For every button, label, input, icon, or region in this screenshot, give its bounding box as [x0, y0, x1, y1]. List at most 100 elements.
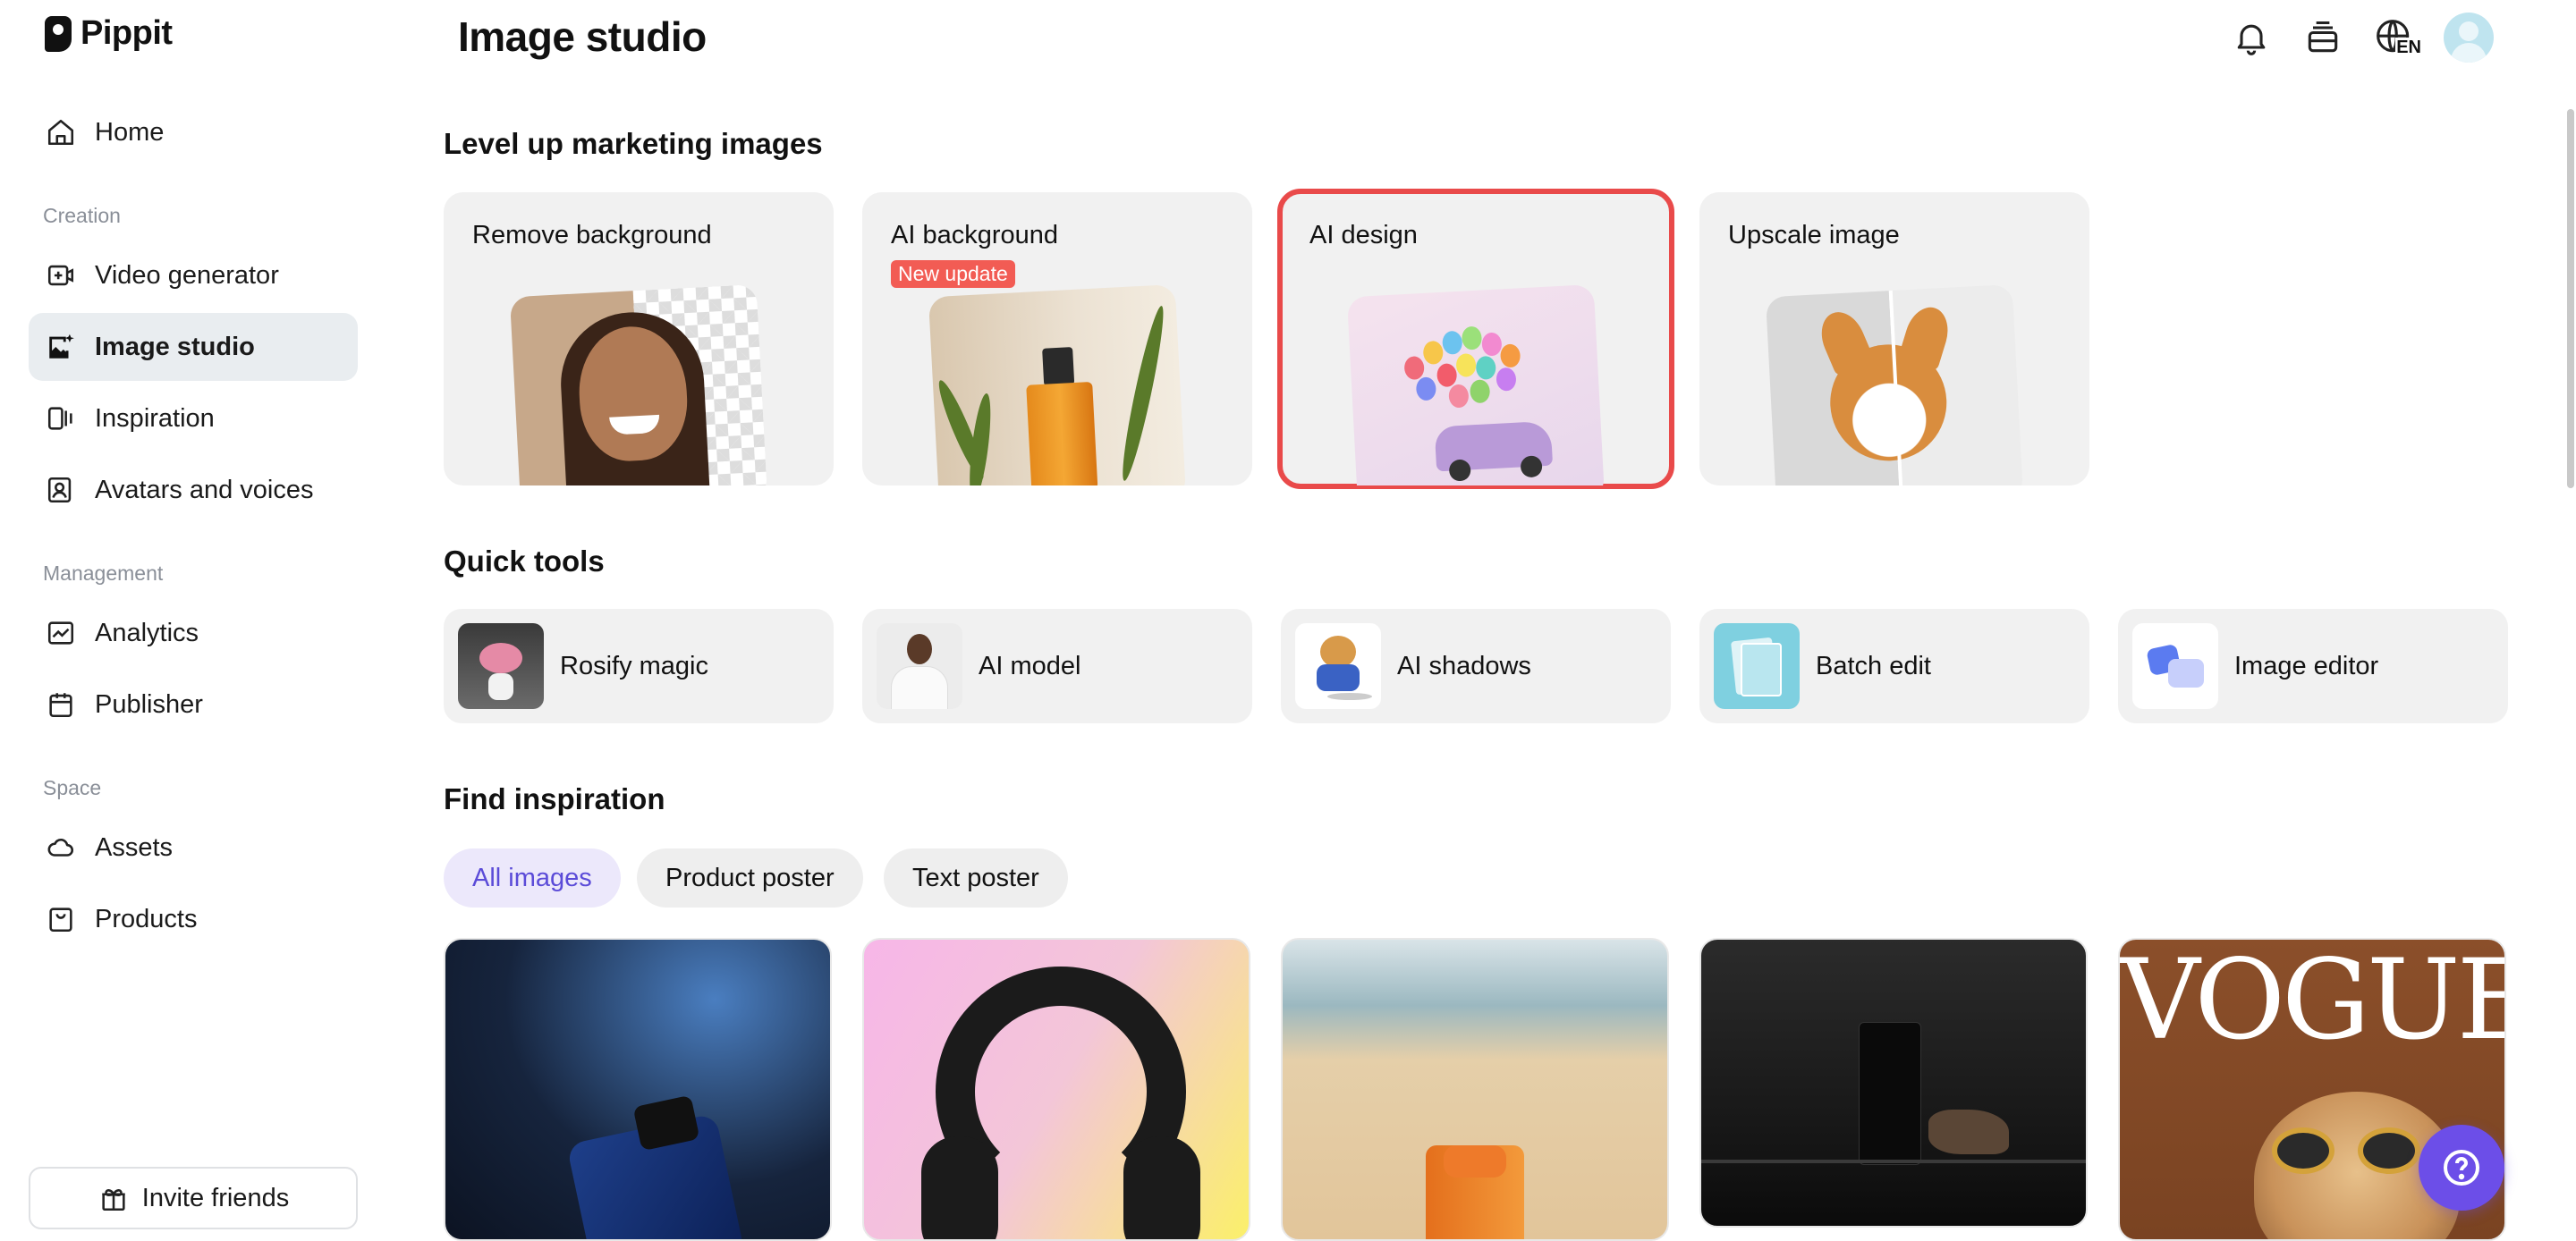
avatar[interactable]: [2444, 13, 2494, 63]
globe-icon[interactable]: EN: [2372, 15, 2422, 60]
tool-label: AI model: [979, 651, 1081, 680]
tool-rosify-magic[interactable]: Rosify magic: [444, 609, 834, 723]
section-label-space: Space: [43, 776, 102, 799]
sidebar-item-image-studio[interactable]: Image studio: [29, 313, 358, 381]
page-title: Image studio: [458, 13, 707, 60]
sidebar-item-avatars-voices[interactable]: Avatars and voices: [29, 456, 358, 524]
palm-leaf: [1116, 304, 1170, 483]
shopping-bag-icon: [45, 903, 77, 935]
perfume-cap: [1042, 347, 1075, 386]
inspiration-icon: [45, 402, 77, 435]
inspiration-card-dark-perfume[interactable]: [1699, 938, 2088, 1228]
language-code: EN: [2395, 38, 2422, 58]
filter-tab-all-images[interactable]: All images: [444, 848, 621, 908]
tool-batch-edit[interactable]: Batch edit: [1699, 609, 2089, 723]
sidebar-item-home[interactable]: Home: [29, 98, 358, 166]
section-title-quick-tools: Quick tools: [444, 545, 605, 578]
inspiration-card-perfume-blue[interactable]: [444, 938, 832, 1241]
batch-edit-thumbnail: [1714, 623, 1800, 709]
analytics-icon: [45, 617, 77, 649]
invite-friends-button[interactable]: Invite friends: [29, 1167, 358, 1229]
rosify-thumbnail: [458, 623, 544, 709]
bell-icon[interactable]: [2229, 15, 2274, 60]
calendar-icon: [45, 688, 77, 721]
balloon: [1455, 352, 1477, 378]
cloud-icon: [45, 832, 77, 864]
sidebar-item-video-generator[interactable]: Video generator: [29, 241, 358, 309]
balloon: [1469, 379, 1491, 404]
balloon: [1442, 330, 1463, 355]
stack-icon[interactable]: [2301, 15, 2345, 60]
new-update-badge: New update: [891, 260, 1015, 288]
shelf-edge: [1701, 1160, 2086, 1163]
scrollbar-thumb[interactable]: [2567, 109, 2574, 488]
tool-label: AI shadows: [1397, 651, 1531, 680]
ai-design-card[interactable]: AI design: [1277, 189, 1674, 489]
sidebar-item-label: Video generator: [95, 260, 279, 290]
sidebar-item-label: Image studio: [95, 332, 255, 361]
balloon: [1461, 325, 1483, 350]
card-title: Upscale image: [1728, 221, 1900, 249]
home-icon: [45, 116, 77, 148]
sidebar-item-label: Products: [95, 904, 198, 933]
sidebar-item-analytics[interactable]: Analytics: [29, 599, 358, 667]
filter-tab-product-poster[interactable]: Product poster: [637, 848, 863, 908]
scrollbar[interactable]: [2565, 109, 2576, 488]
sidebar: Pippit Home Creation Video generator Ima…: [0, 0, 394, 1241]
orange-cap: [1444, 1145, 1506, 1178]
sidebar-item-inspiration[interactable]: Inspiration: [29, 384, 358, 452]
sidebar-item-label: Inspiration: [95, 403, 215, 433]
card-title: AI background: [891, 221, 1059, 249]
section-title-marketing: Level up marketing images: [444, 127, 823, 160]
balloon: [1475, 355, 1496, 380]
question-icon: [2444, 1150, 2479, 1186]
ai-design-thumbnail: [1346, 283, 1606, 485]
gift-icon: [97, 1182, 130, 1214]
section-label-management: Management: [43, 561, 164, 585]
ai-model-thumbnail: [877, 623, 962, 709]
video-plus-icon: [45, 259, 77, 291]
help-button[interactable]: [2419, 1125, 2504, 1211]
section-label-creation: Creation: [43, 204, 121, 227]
pippit-logo-icon: [45, 15, 72, 52]
driftwood: [1928, 1110, 2009, 1154]
image-editor-thumbnail: [2132, 623, 2218, 709]
tool-label: Image editor: [2234, 651, 2379, 680]
filter-tab-text-poster[interactable]: Text poster: [884, 848, 1068, 908]
remove-background-thumbnail: [509, 283, 768, 485]
inspiration-card-beach-perfume[interactable]: [1281, 938, 1669, 1241]
sunglasses-lens: [2272, 1127, 2334, 1174]
tool-label: Batch edit: [1816, 651, 1931, 680]
perfume-bottle: [1026, 381, 1098, 485]
balloon: [1422, 340, 1444, 365]
sidebar-item-label: Publisher: [95, 689, 203, 719]
car-wheel: [1448, 459, 1471, 482]
balloon: [1403, 355, 1425, 381]
sidebar-item-label: Home: [95, 117, 165, 147]
inspiration-card-headphones[interactable]: [862, 938, 1250, 1241]
tool-ai-model[interactable]: AI model: [862, 609, 1252, 723]
balloon: [1499, 343, 1521, 368]
ai-background-card[interactable]: AI background New update: [862, 192, 1252, 485]
vogue-title: VOGUE: [2120, 938, 2506, 1065]
sidebar-item-assets[interactable]: Assets: [29, 814, 358, 882]
balloon: [1496, 367, 1517, 392]
ai-shadows-thumbnail: [1295, 623, 1381, 709]
sidebar-item-publisher[interactable]: Publisher: [29, 671, 358, 739]
balloon: [1448, 384, 1470, 409]
sidebar-item-label: Analytics: [95, 618, 199, 647]
tool-image-editor[interactable]: Image editor: [2118, 609, 2508, 723]
pippit-logo[interactable]: Pippit: [45, 14, 173, 53]
section-title-find-inspiration: Find inspiration: [444, 782, 665, 815]
sunglasses-lens: [2358, 1127, 2420, 1174]
upscale-image-card[interactable]: Upscale image: [1699, 192, 2089, 485]
sidebar-item-label: Avatars and voices: [95, 475, 314, 504]
sidebar-item-label: Assets: [95, 832, 174, 862]
card-title: Remove background: [472, 221, 712, 249]
remove-background-card[interactable]: Remove background: [444, 192, 834, 485]
tool-ai-shadows[interactable]: AI shadows: [1281, 609, 1671, 723]
car-wheel: [1520, 455, 1543, 478]
balloon: [1415, 376, 1437, 401]
tool-label: Rosify magic: [560, 651, 708, 680]
sidebar-item-products[interactable]: Products: [29, 885, 358, 953]
